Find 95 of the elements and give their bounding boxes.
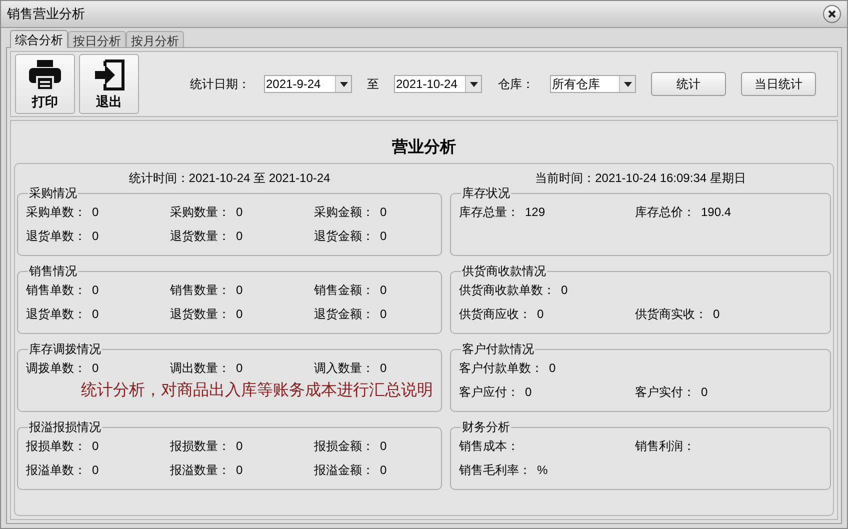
field-label: 退货金额：: [314, 228, 374, 245]
field-label: 退货数量：: [170, 306, 230, 323]
field-value: 0: [380, 282, 387, 299]
field-value: 0: [236, 360, 243, 377]
field-value: 0: [92, 462, 99, 479]
window-title: 销售营业分析: [7, 5, 85, 24]
group-title: 销售情况: [28, 264, 78, 278]
group-title: 财务分析: [461, 420, 511, 434]
group-title: 库存调拨情况: [28, 342, 102, 356]
field-value: 0: [236, 282, 243, 299]
group-title: 采购情况: [28, 186, 78, 200]
field-label: 退货金额：: [314, 306, 374, 323]
field-label: 供货商收款单数：: [459, 282, 555, 299]
field-value: 0: [236, 204, 243, 221]
printer-icon: [28, 59, 62, 91]
field-label: 报损金额：: [314, 438, 374, 455]
field-value: 0: [701, 384, 708, 401]
group-title: 供货商收款情况: [461, 264, 547, 278]
to-label: 至: [367, 76, 379, 93]
close-button[interactable]: [823, 5, 841, 23]
field-value: 0: [92, 204, 99, 221]
period-text: 统计时间：2021-10-24 至 2021-10-24: [128, 171, 330, 185]
field-label: 供货商应收：: [459, 306, 531, 323]
dropdown-arrow-icon: [624, 82, 632, 86]
field-value: 0: [380, 360, 387, 377]
field-label: 销售利润：: [635, 438, 695, 455]
dropdown[interactable]: 2021-9-24: [264, 75, 352, 93]
field-label: 库存总价：: [635, 204, 695, 221]
field-value: 0: [92, 306, 99, 323]
dropdown[interactable]: 所有仓库: [550, 75, 636, 93]
field-label: 销售毛利率：: [459, 462, 531, 479]
field-value: 0: [537, 306, 544, 323]
action-button[interactable]: 当日统计: [741, 72, 816, 96]
field-label: 退货单数：: [26, 228, 86, 245]
field-label: 供货商实收：: [635, 306, 707, 323]
field-label: 退货单数：: [26, 306, 86, 323]
field-label: 销售单数：: [26, 282, 86, 299]
field-label: 客户应付：: [459, 384, 519, 401]
field-value: 0: [713, 306, 720, 323]
field-value: 0: [92, 438, 99, 455]
field-value: 0: [92, 282, 99, 299]
field-label: 报溢数量：: [170, 462, 230, 479]
field-label: 报损数量：: [170, 438, 230, 455]
exit-button[interactable]: 退出: [79, 54, 139, 114]
field-value: 0: [236, 228, 243, 245]
field-value: 0: [92, 228, 99, 245]
field-label: 采购金额：: [314, 204, 374, 221]
field-label: 采购单数：: [26, 204, 86, 221]
current-time: 当前时间：2021-10-24 16:09:34 星期日: [535, 171, 746, 185]
report-title: 营业分析: [391, 138, 457, 158]
field-label: 销售成本：: [459, 438, 519, 455]
dropdown[interactable]: 2021-10-24: [394, 75, 482, 93]
field-value: 0: [92, 360, 99, 377]
action-button[interactable]: 统计: [651, 72, 726, 96]
print-button[interactable]: 打印: [15, 54, 75, 114]
field-label: 调拨单数：: [26, 360, 86, 377]
field-label: 采购数量：: [170, 204, 230, 221]
group-title: 客户付款情况: [461, 342, 535, 356]
warehouse-label: 仓库：: [498, 76, 534, 93]
group-title: 报溢报损情况: [28, 420, 102, 434]
field-value: 0: [236, 438, 243, 455]
field-label: 报溢单数：: [26, 462, 86, 479]
field-label: 退货数量：: [170, 228, 230, 245]
field-value: 129: [525, 204, 546, 221]
tab[interactable]: 综合分析: [10, 30, 68, 48]
date-label: 统计日期：: [190, 76, 250, 93]
field-value: 0: [549, 360, 556, 377]
tab[interactable]: 按日分析: [68, 31, 126, 47]
field-label: 库存总量：: [459, 204, 519, 221]
dropdown-arrow-icon: [340, 82, 348, 86]
close-icon: [828, 10, 836, 18]
field-value: 0: [561, 282, 568, 299]
field-label: 调入数量：: [314, 360, 374, 377]
field-label: 报溢金额：: [314, 462, 374, 479]
exit-icon: [93, 59, 125, 91]
field-value: %: [537, 462, 548, 479]
field-label: 报损单数：: [26, 438, 86, 455]
field-label: 销售金额：: [314, 282, 374, 299]
field-label: 客户实付：: [635, 384, 695, 401]
field-value: 0: [380, 228, 387, 245]
field-value: 0: [236, 462, 243, 479]
field-value: 0: [525, 384, 532, 401]
field-label: 客户付款单数：: [459, 360, 543, 377]
note-text: 统计分析，对商品出入库等账务成本进行汇总说明: [80, 380, 433, 401]
field-label: 销售数量：: [170, 282, 230, 299]
tab[interactable]: 按月分析: [126, 31, 184, 47]
field-value: 0: [380, 438, 387, 455]
field-value: 0: [380, 462, 387, 479]
group-title: 库存状况: [461, 186, 511, 200]
field-value: 0: [380, 204, 387, 221]
field-value: 0: [380, 306, 387, 323]
field-value: 190.4: [701, 204, 732, 221]
dropdown-arrow-icon: [470, 82, 478, 86]
field-value: 0: [236, 306, 243, 323]
field-label: 调出数量：: [170, 360, 230, 377]
